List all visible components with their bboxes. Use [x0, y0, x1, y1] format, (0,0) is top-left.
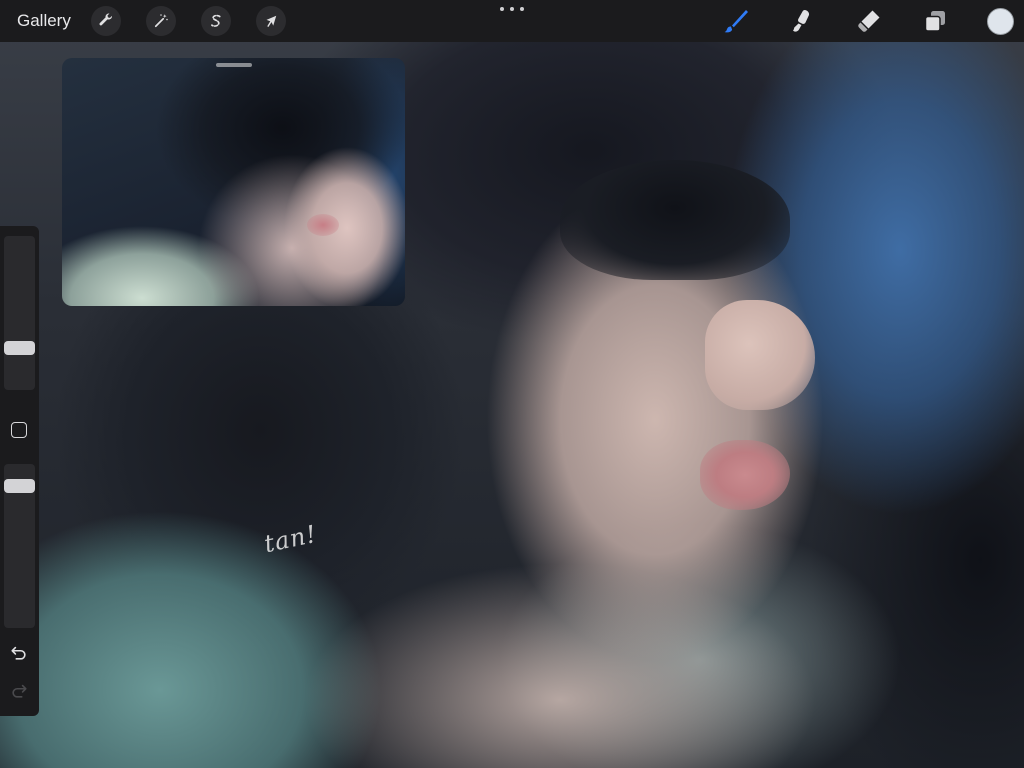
redo-button[interactable] — [9, 681, 29, 701]
actions-button[interactable] — [91, 6, 121, 36]
transform-button[interactable] — [256, 6, 286, 36]
smudge-icon — [793, 9, 810, 32]
undo-icon — [11, 646, 26, 660]
dot-icon — [520, 7, 524, 11]
selection-button[interactable] — [201, 6, 231, 36]
color-picker-button[interactable] — [987, 8, 1014, 35]
adjustments-button[interactable] — [146, 6, 176, 36]
reference-photo-window[interactable] — [62, 58, 405, 306]
paint-tool-button[interactable] — [722, 7, 750, 35]
brush-size-slider-thumb[interactable] — [4, 341, 35, 355]
top-toolbar: Gallery — [0, 0, 1024, 42]
smudge-tool-button[interactable] — [788, 7, 816, 35]
magic-wand-icon — [154, 14, 168, 28]
artist-signature: tan! — [261, 519, 320, 559]
wrench-icon — [99, 13, 113, 26]
gallery-button[interactable]: Gallery — [17, 10, 71, 32]
dot-icon — [510, 7, 514, 11]
brush-size-slider[interactable] — [4, 236, 35, 390]
modify-button[interactable] — [11, 422, 27, 438]
eraser-icon — [858, 10, 880, 32]
painted-lips-area — [700, 440, 790, 510]
left-sidebar — [0, 226, 39, 716]
reference-photo-lips — [307, 214, 339, 236]
painted-nose-area — [705, 300, 815, 410]
dot-icon — [500, 7, 504, 11]
layers-button[interactable] — [921, 7, 949, 35]
procreate-app: tan! Gallery — [0, 0, 1024, 768]
layers-icon — [924, 11, 945, 32]
selection-s-icon — [211, 14, 221, 27]
undo-button[interactable] — [9, 643, 29, 663]
brush-opacity-slider-thumb[interactable] — [4, 479, 35, 493]
arrow-cursor-icon — [266, 15, 277, 27]
more-options-button[interactable] — [500, 3, 524, 15]
reference-drag-handle[interactable] — [216, 63, 252, 67]
painted-hair-area — [560, 160, 790, 280]
brush-icon — [724, 10, 748, 33]
redo-icon — [12, 684, 27, 698]
eraser-tool-button[interactable] — [855, 7, 883, 35]
